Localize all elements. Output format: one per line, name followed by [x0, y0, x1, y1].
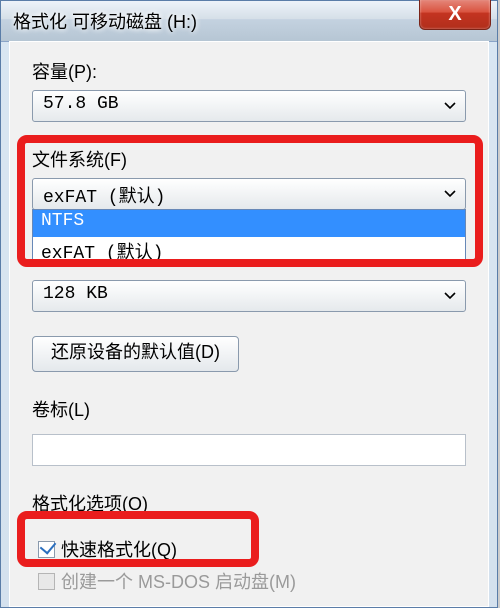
titlebar[interactable]: 格式化 可移动磁盘 (H:) X [1, 1, 497, 42]
client-area: 容量(P): 57.8 GB 文件系统(F) exFAT (默认) NTFS e… [9, 41, 489, 607]
capacity-value: 57.8 GB [43, 94, 119, 114]
format-dialog-window: 格式化 可移动磁盘 (H:) X 容量(P): 57.8 GB 文件系统(F) … [0, 0, 498, 608]
allocation-size-value: 128 KB [43, 284, 108, 304]
chevron-down-icon [439, 183, 461, 205]
msdos-boot-label: 创建一个 MS-DOS 启动盘(M) [61, 568, 296, 594]
close-icon: X [448, 3, 461, 26]
restore-defaults-label: 还原设备的默认值(D) [51, 342, 220, 362]
filesystem-dropdown[interactable]: NTFS exFAT (默认) [32, 209, 466, 265]
filesystem-value: exFAT (默认) [43, 188, 165, 208]
filesystem-option-exfat[interactable]: exFAT (默认) [33, 237, 465, 264]
capacity-combo[interactable]: 57.8 GB [32, 90, 466, 122]
quick-format-row[interactable]: 快速格式化(Q) [38, 536, 466, 562]
allocation-size-combo[interactable]: 128 KB [32, 280, 466, 312]
filesystem-label: 文件系统(F) [32, 146, 466, 172]
volume-label-input[interactable] [32, 434, 466, 466]
quick-format-label: 快速格式化(Q) [61, 536, 177, 562]
window-title: 格式化 可移动磁盘 (H:) [13, 8, 197, 34]
msdos-boot-row: 创建一个 MS-DOS 启动盘(M) [38, 568, 466, 594]
filesystem-combo[interactable]: exFAT (默认) [32, 178, 466, 210]
filesystem-option-ntfs[interactable]: NTFS [33, 210, 465, 237]
quick-format-checkbox[interactable] [38, 541, 55, 558]
restore-defaults-button[interactable]: 还原设备的默认值(D) [32, 336, 239, 372]
volume-label-label: 卷标(L) [32, 396, 466, 422]
msdos-boot-checkbox [38, 573, 55, 590]
chevron-down-icon [439, 285, 461, 307]
close-button[interactable]: X [419, 0, 491, 30]
capacity-label: 容量(P): [32, 58, 466, 84]
format-options-label: 格式化选项(O) [32, 490, 466, 516]
chevron-down-icon [439, 95, 461, 117]
